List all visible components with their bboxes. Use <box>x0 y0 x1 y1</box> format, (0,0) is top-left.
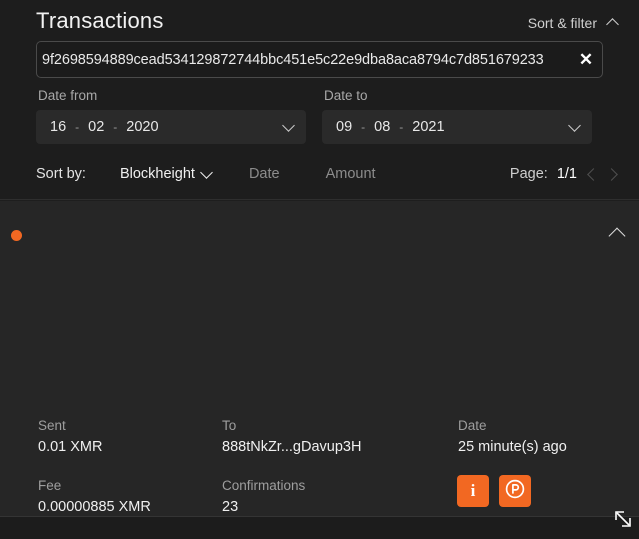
info-button[interactable]: i <box>457 475 489 507</box>
sort-option-amount[interactable]: Amount <box>326 166 376 182</box>
pagination-label: Page: <box>509 166 548 182</box>
field-sent-value: 0.01 XMR <box>38 439 103 455</box>
sort-option-amount-label: Amount <box>325 166 376 182</box>
field-sent: Sent 0.01 XMR <box>38 417 102 458</box>
field-to-label: To <box>222 418 237 433</box>
chevron-up-icon <box>609 227 625 241</box>
date-from-year: 2020 <box>126 119 159 135</box>
chevron-right-icon[interactable] <box>607 168 619 180</box>
field-confirmations-value: 23 <box>222 499 239 515</box>
sort-filter-label: Sort & filter <box>527 15 597 31</box>
window-footer <box>0 516 639 539</box>
sort-by-label: Sort by: <box>36 166 86 182</box>
field-date-value: 25 minute(s) ago <box>458 439 567 455</box>
date-to-label: Date to <box>324 88 368 103</box>
sort-option-blockheight[interactable]: Blockheight <box>120 166 213 182</box>
field-date: Date 25 minute(s) ago <box>458 417 567 458</box>
date-separator: - <box>399 120 404 134</box>
status-dot <box>11 230 22 241</box>
date-separator: - <box>361 120 366 134</box>
sort-filter-panel: Transactions Sort & filter 9f2698594889c… <box>0 0 639 200</box>
date-from-label: Date from <box>38 88 98 103</box>
field-to: To 888tNkZr...gDavup3H <box>222 417 361 458</box>
date-from-parts: 16 - 02 - 2020 <box>36 119 272 135</box>
date-to-field[interactable]: 09 - 08 - 2021 <box>322 110 592 144</box>
close-x-icon[interactable]: ✕ <box>570 42 602 77</box>
transaction-actions: i <box>457 475 531 507</box>
date-from-month: 02 <box>88 119 105 135</box>
field-fee-value: 0.00000885 XMR <box>38 499 151 515</box>
date-to-month: 08 <box>374 119 391 135</box>
field-date-label: Date <box>458 418 487 433</box>
sort-option-date-label: Date <box>248 166 280 182</box>
date-separator: - <box>113 120 118 134</box>
date-to-parts: 09 - 08 - 2021 <box>322 119 558 135</box>
field-to-value[interactable]: 888tNkZr...gDavup3H <box>222 437 361 458</box>
transaction-collapse-toggle[interactable] <box>609 227 625 246</box>
date-from-field[interactable]: 16 - 02 - 2020 <box>36 110 306 144</box>
proof-button[interactable] <box>499 475 531 507</box>
chevron-left-icon[interactable] <box>586 168 598 180</box>
chevron-down-icon[interactable] <box>558 121 592 133</box>
pagination: Page: 1/1 <box>510 166 619 182</box>
pagination-value: 1/1 <box>556 166 577 182</box>
field-fee: Fee 0.00000885 XMR <box>38 477 151 518</box>
chevron-up-icon <box>607 17 619 29</box>
search-input[interactable]: 9f2698594889cead534129872744bbc451e5c22e… <box>37 52 570 68</box>
sort-filter-toggle[interactable]: Sort & filter <box>528 15 619 31</box>
resize-diagonal-icon[interactable] <box>612 508 634 535</box>
date-separator: - <box>75 120 80 134</box>
date-from-day: 16 <box>50 119 67 135</box>
chevron-down-icon <box>201 168 213 180</box>
transaction-row[interactable]: Sent 0.01 XMR To 888tNkZr...gDavup3H Dat… <box>0 201 639 539</box>
sort-option-date[interactable]: Date <box>249 166 280 182</box>
sort-option-blockheight-label: Blockheight <box>119 166 195 182</box>
chevron-down-icon[interactable] <box>272 121 306 133</box>
search-field[interactable]: 9f2698594889cead534129872744bbc451e5c22e… <box>36 41 603 78</box>
field-confirmations: Confirmations 23 <box>222 477 305 518</box>
transactions-window: Transactions Sort & filter 9f2698594889c… <box>0 0 639 539</box>
sort-row: Sort by: Blockheight Date Amount Page: 1… <box>36 160 619 188</box>
panel-header: Transactions Sort & filter <box>36 4 619 40</box>
field-sent-label: Sent <box>38 418 66 433</box>
field-fee-label: Fee <box>38 478 62 493</box>
page-title: Transactions <box>36 8 164 33</box>
field-confirmations-label: Confirmations <box>222 478 306 493</box>
date-to-day: 09 <box>336 119 353 135</box>
info-icon: i <box>470 481 476 500</box>
proof-circle-p-icon <box>505 479 525 504</box>
date-to-year: 2021 <box>412 119 445 135</box>
